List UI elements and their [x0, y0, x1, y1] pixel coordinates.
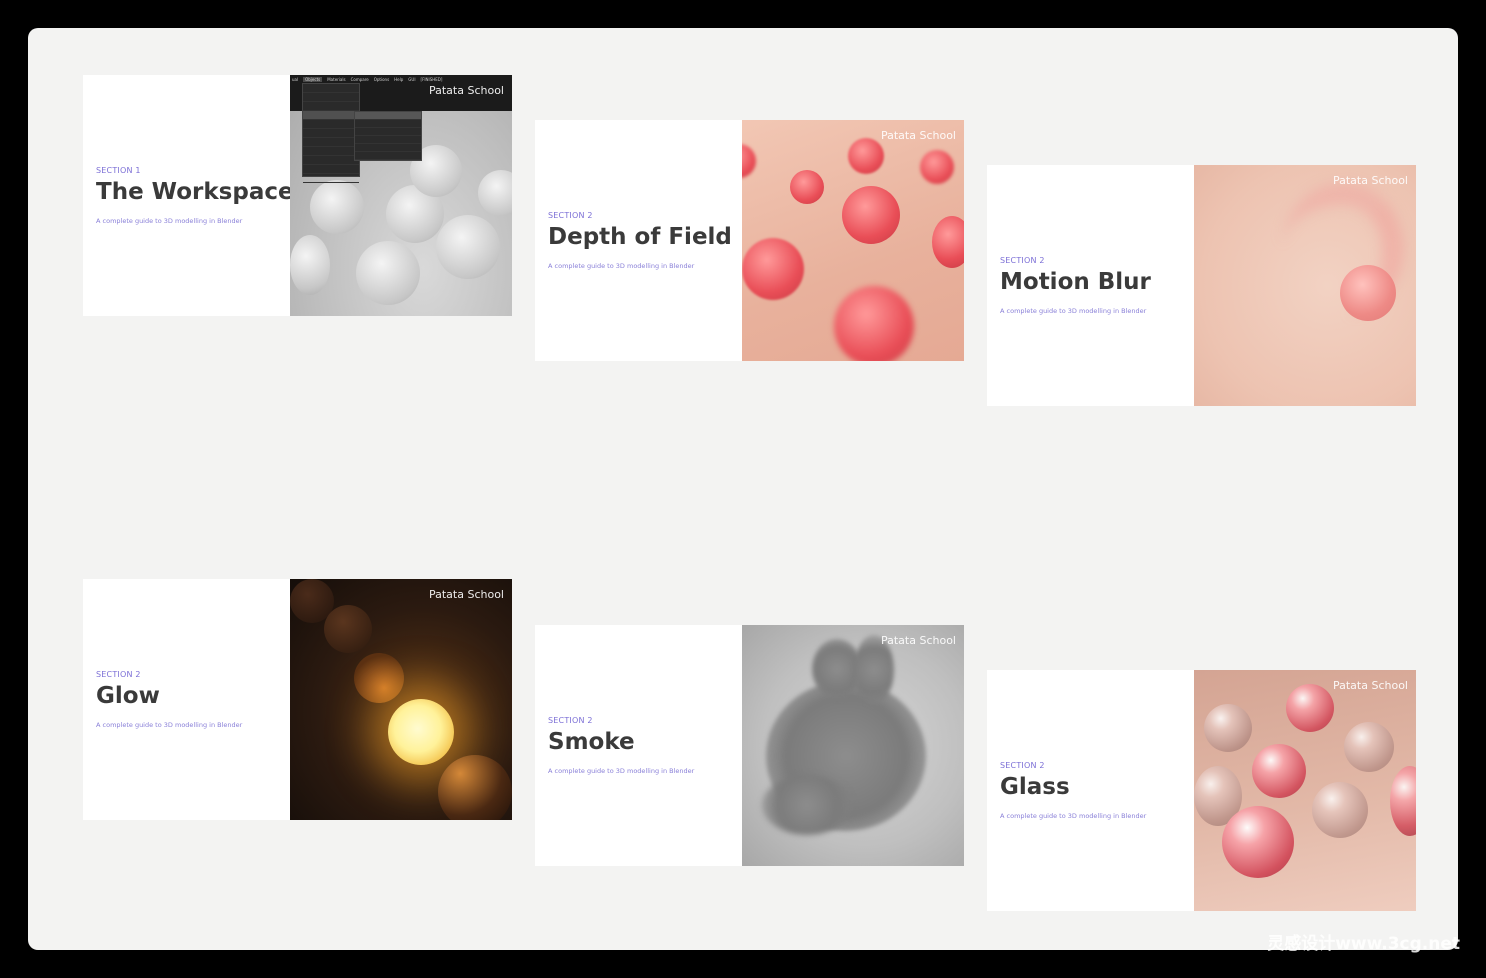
- lights-submenu[interactable]: [354, 111, 422, 161]
- brand-label: Patata School: [1332, 679, 1408, 692]
- slide-text-panel: SECTION 2 Motion Blur A complete guide t…: [987, 165, 1194, 406]
- slide-title: Glass: [1000, 774, 1070, 800]
- brand-label: Patata School: [880, 634, 956, 647]
- slide-title: Glow: [96, 683, 160, 709]
- menu-item[interactable]: Options: [374, 77, 389, 82]
- slide-subtitle: A complete guide to 3D modelling in Blen…: [96, 217, 243, 225]
- brand-label: Patata School: [428, 84, 504, 97]
- menu-item[interactable]: Help: [394, 77, 403, 82]
- slides-board: SECTION 1 The Workspace A complete guide…: [28, 28, 1458, 950]
- slide-title: Motion Blur: [1000, 269, 1151, 295]
- slide-image: Patata School: [290, 579, 512, 820]
- slide-title: Depth of Field: [548, 224, 732, 250]
- menu-item[interactable]: Compare: [351, 77, 369, 82]
- section-label: SECTION 1: [96, 166, 141, 175]
- slide-image: ual Objects Materials Compare Options He…: [290, 75, 512, 316]
- section-label: SECTION 2: [1000, 256, 1045, 265]
- slide-text-panel: SECTION 2 Depth of Field A complete guid…: [535, 120, 742, 361]
- slide-card-workspace[interactable]: SECTION 1 The Workspace A complete guide…: [83, 75, 512, 316]
- slide-title: Smoke: [548, 729, 635, 755]
- menu-items: ual Objects Materials Compare Options He…: [292, 77, 442, 82]
- section-label: SECTION 2: [96, 670, 141, 679]
- slide-subtitle: A complete guide to 3D modelling in Blen…: [1000, 307, 1147, 315]
- slide-subtitle: A complete guide to 3D modelling in Blen…: [548, 262, 695, 270]
- menu-item[interactable]: Materials: [327, 77, 345, 82]
- slide-card-glass[interactable]: SECTION 2 Glass A complete guide to 3D m…: [987, 670, 1416, 911]
- slide-card-depth-of-field[interactable]: SECTION 2 Depth of Field A complete guid…: [535, 120, 964, 361]
- slide-card-motion-blur[interactable]: SECTION 2 Motion Blur A complete guide t…: [987, 165, 1416, 406]
- objects-dropdown-menu[interactable]: [302, 83, 360, 183]
- slide-image: Patata School: [1194, 165, 1416, 406]
- slide-image: Patata School: [742, 625, 964, 866]
- slide-card-glow[interactable]: SECTION 2 Glow A complete guide to 3D mo…: [83, 579, 512, 820]
- menu-item[interactable]: GUI: [408, 77, 415, 82]
- brand-label: Patata School: [1332, 174, 1408, 187]
- slide-title: The Workspace: [96, 179, 294, 205]
- slide-image: Patata School: [742, 120, 964, 361]
- section-label: SECTION 2: [548, 716, 593, 725]
- slide-text-panel: SECTION 1 The Workspace A complete guide…: [83, 75, 294, 316]
- section-label: SECTION 2: [548, 211, 593, 220]
- brand-label: Patata School: [428, 588, 504, 601]
- slide-text-panel: SECTION 2 Glow A complete guide to 3D mo…: [83, 579, 290, 820]
- slide-text-panel: SECTION 2 Glass A complete guide to 3D m…: [987, 670, 1194, 911]
- menu-item[interactable]: [FINISHED]: [421, 77, 443, 82]
- section-label: SECTION 2: [1000, 761, 1045, 770]
- brand-label: Patata School: [880, 129, 956, 142]
- slide-card-smoke[interactable]: SECTION 2 Smoke A complete guide to 3D m…: [535, 625, 964, 866]
- slide-subtitle: A complete guide to 3D modelling in Blen…: [548, 767, 695, 775]
- menu-item-objects[interactable]: Objects: [303, 77, 323, 82]
- slide-subtitle: A complete guide to 3D modelling in Blen…: [1000, 812, 1147, 820]
- slide-subtitle: A complete guide to 3D modelling in Blen…: [96, 721, 243, 729]
- menu-item[interactable]: ual: [292, 77, 298, 82]
- slide-text-panel: SECTION 2 Smoke A complete guide to 3D m…: [535, 625, 742, 866]
- watermark: 灵感设计www.3cg.net: [1267, 934, 1460, 954]
- slide-image: Patata School: [1194, 670, 1416, 911]
